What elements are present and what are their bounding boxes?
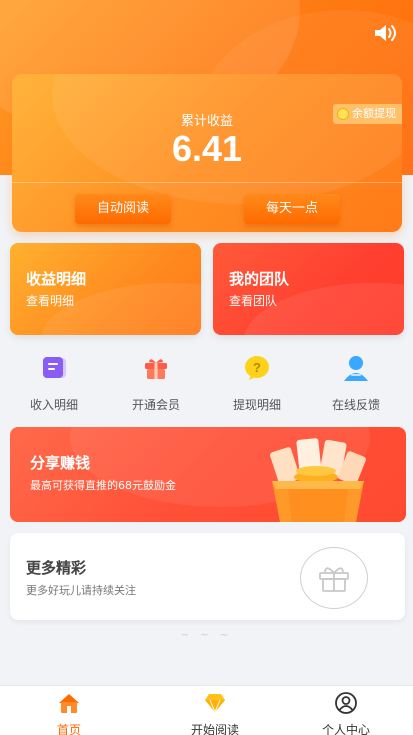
quick-action-feedback-label: 在线反馈 (331, 398, 380, 412)
document-icon (43, 357, 66, 378)
daily-button[interactable]: 每天一点 (244, 194, 340, 224)
tab-home[interactable]: 首页 (9, 692, 129, 735)
tab-start-reading[interactable]: 开始阅读 (155, 692, 275, 735)
withdraw-button[interactable]: 余额提现 (333, 104, 402, 124)
user-icon (344, 356, 368, 381)
home-icon (59, 694, 79, 713)
earnings-card: 累计收益 6.41 余额提现 自动阅读 每天一点 (12, 74, 402, 232)
quick-action-income-label: 收入明细 (29, 398, 78, 412)
loading-dots: ~ ~ ~ (180, 630, 233, 641)
share-subtitle: 最高可获得直推的68元鼓励金 (30, 479, 176, 492)
question-bubble-icon: ? (245, 356, 269, 380)
svg-text:?: ? (253, 360, 261, 375)
gift-box-icon (145, 359, 167, 379)
more-subtitle: 更多好玩儿请持续关注 (26, 584, 136, 597)
my-team-title: 我的团队 (229, 270, 290, 288)
coin-icon (337, 108, 349, 120)
money-bag-icon (270, 438, 366, 522)
more-title: 更多精彩 (26, 559, 87, 577)
bottom-tab-bar: 首页 开始阅读 个人中心 (0, 685, 413, 735)
profile-icon (335, 692, 357, 714)
auto-read-button[interactable]: 自动阅读 (75, 194, 171, 224)
tab-start-reading-label: 开始阅读 (190, 723, 239, 735)
divider (12, 182, 402, 183)
quick-action-income[interactable]: 收入明细 (4, 354, 104, 413)
share-title: 分享赚钱 (30, 454, 91, 472)
my-team-card[interactable]: 我的团队 查看团队 (213, 243, 404, 335)
income-details-subtitle: 查看明细 (26, 294, 75, 308)
my-team-subtitle: 查看团队 (229, 294, 278, 308)
gift-icon (319, 567, 349, 592)
quick-action-withdraw[interactable]: ? 提现明细 (207, 354, 307, 413)
quick-action-membership[interactable]: 开通会员 (106, 354, 206, 413)
tab-profile-label: 个人中心 (321, 723, 370, 735)
income-details-title: 收益明细 (26, 270, 87, 288)
income-details-card[interactable]: 收益明细 查看明细 (10, 243, 201, 335)
tab-profile[interactable]: 个人中心 (286, 692, 406, 735)
share-banner[interactable]: 分享赚钱 最高可获得直推的68元鼓励金 (10, 427, 406, 522)
more-card[interactable]: 更多精彩 更多好玩儿请持续关注 (10, 533, 405, 620)
gift-circle (300, 547, 368, 609)
quick-actions: 收入明细 开通会员 ? 提现明细 在线反馈 (0, 354, 413, 414)
quick-action-withdraw-label: 提现明细 (232, 398, 281, 412)
withdraw-label: 余额提现 (352, 107, 396, 120)
speaker-icon[interactable] (373, 22, 399, 44)
quick-action-membership-label: 开通会员 (131, 398, 180, 412)
earnings-value: 6.41 (171, 128, 243, 169)
diamond-icon (205, 694, 225, 714)
tab-home-label: 首页 (56, 723, 81, 735)
quick-action-feedback[interactable]: 在线反馈 (306, 354, 406, 413)
